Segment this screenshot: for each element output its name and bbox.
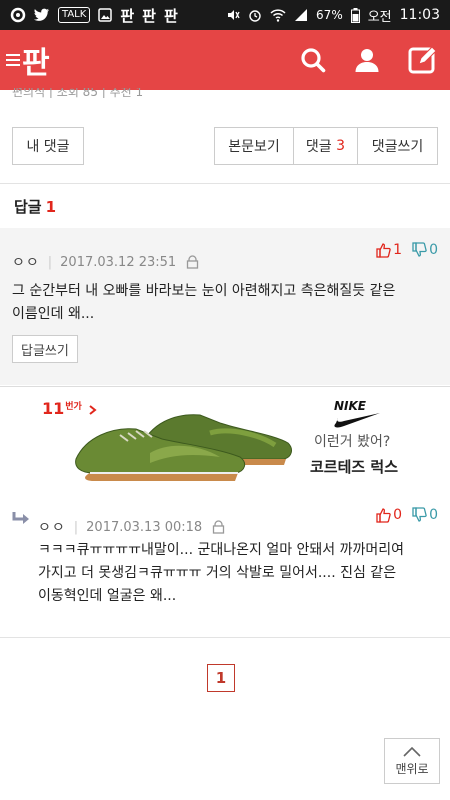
reply-line: 이동혁인데 얼굴은 왜... (38, 588, 177, 604)
comment-toolbar: 내 댓글 본문보기 댓글 3 댓글쓰기 (12, 127, 438, 165)
talk-icon: TALK (58, 7, 91, 23)
status-bar-right: 67% 오전 11:03 (226, 6, 440, 25)
meta-separator: | (73, 519, 79, 535)
clock: 11:03 (399, 7, 440, 23)
logo[interactable]: 판 (6, 38, 50, 82)
battery-icon (350, 7, 360, 23)
comment-votes: 1 0 (376, 242, 438, 262)
pan-icon: 판 (163, 6, 178, 25)
upvote-button[interactable]: 0 (376, 507, 402, 527)
chevron-up-icon (403, 746, 421, 760)
write-reply-button[interactable]: 답글쓰기 (12, 335, 78, 363)
nike-logo: NIKE (330, 399, 382, 433)
thumbs-down-icon (412, 242, 428, 262)
app-header: 판 (0, 30, 450, 90)
my-comments-button[interactable]: 내 댓글 (12, 127, 84, 165)
reply-meta: ㅇㅇ | 2017.03.13 00:18 (38, 517, 225, 537)
search-icon[interactable] (300, 47, 326, 73)
battery-percent: 67% (316, 8, 343, 22)
wifi-icon (270, 8, 286, 22)
camera-icon (10, 7, 26, 23)
upvote-count: 1 (393, 242, 403, 258)
downvote-count: 0 (429, 507, 438, 523)
signal-icon (294, 8, 308, 22)
reply-line: 가지고 더 못생김ㅋ큐ㅠㅠㅠ 거의 삭발로 밀어서.... 진심 같은 (38, 565, 397, 581)
reply-text: ㅋㅋㅋ큐ㅠㅠㅠㅠ내말이... 군대나온지 얼마 안돼서 까까머리여 가지고 더 … (38, 539, 438, 608)
ad-product-name: 코르테즈 럭스 (310, 458, 399, 476)
comment-item: ㅇㅇ | 2017.03.12 23:51 1 0 그 순간부터 내 오빠를 바… (0, 228, 450, 385)
write-comment-button[interactable]: 댓글쓰기 (357, 127, 438, 165)
logo-text: 판 (22, 46, 50, 81)
comment-author: ㅇㅇ (12, 255, 40, 271)
gallery-icon (98, 8, 113, 22)
reply-votes: 0 0 (376, 507, 438, 527)
report-icon[interactable] (212, 520, 225, 534)
view-post-button[interactable]: 본문보기 (214, 127, 294, 165)
replies-count: 1 (45, 198, 57, 216)
downvote-button[interactable]: 0 (412, 242, 438, 262)
shoe-image (70, 393, 300, 491)
alarm-icon (248, 8, 262, 22)
mute-icon (226, 8, 240, 22)
comments-label: 댓글 (305, 139, 332, 155)
replies-label: 답글 (14, 198, 42, 216)
meta-separator: | (47, 254, 53, 270)
replies-heading: 답글 1 (14, 196, 56, 217)
twitter-icon (34, 8, 50, 22)
status-bar-left: TALK 판 판 판 (10, 5, 178, 26)
time-period: 오전 (367, 9, 392, 25)
report-icon[interactable] (186, 255, 199, 269)
page-number-current[interactable]: 1 (207, 664, 235, 692)
user-icon[interactable] (354, 47, 380, 73)
status-bar: TALK 판 판 판 67% 오전 11:03 (0, 0, 450, 30)
divider (0, 183, 450, 184)
comment-date: 2017.03.12 23:51 (60, 254, 177, 270)
comments-count: 3 (336, 138, 346, 154)
upvote-button[interactable]: 1 (376, 242, 402, 262)
ad-badge-number: 11 (42, 399, 65, 418)
reply-line: ㅋㅋㅋ큐ㅠㅠㅠㅠ내말이... 군대나온지 얼마 안돼서 까까머리여 (38, 542, 405, 558)
brand-name: NIKE (334, 399, 367, 413)
pan-icon: 판 (142, 6, 156, 25)
compose-icon[interactable] (408, 45, 438, 75)
downvote-count: 0 (429, 242, 438, 258)
pan-icon: 판 (120, 6, 135, 25)
downvote-button[interactable]: 0 (412, 507, 438, 527)
thumbs-up-icon (376, 507, 392, 527)
divider (0, 637, 450, 638)
comment-meta: ㅇㅇ | 2017.03.12 23:51 (12, 252, 199, 272)
reply-date: 2017.03.13 00:18 (86, 519, 203, 535)
reply-item: ㅇㅇ | 2017.03.13 00:18 0 0 ㅋㅋㅋ큐ㅠㅠㅠㅠ내말이...… (0, 493, 450, 637)
header-actions (300, 45, 438, 75)
comments-button[interactable]: 댓글 3 (293, 127, 358, 165)
scroll-top-label: 맨위로 (395, 761, 429, 776)
menu-icon[interactable] (6, 51, 20, 69)
reply-author: ㅇㅇ (38, 520, 66, 536)
thumbs-down-icon (412, 507, 428, 527)
ad-tagline: 이런거 봤어? (314, 434, 391, 450)
comment-line: 이름인데 왜... (12, 306, 95, 322)
upvote-count: 0 (393, 507, 403, 523)
post-meta-peek: 편의식 | 조회 85 | 추천 1 (12, 88, 144, 98)
comment-text: 그 순간부터 내 오빠를 바라보는 눈이 아련해지고 측은해질듯 같은 이름인데… (12, 280, 438, 326)
comment-line: 그 순간부터 내 오빠를 바라보는 눈이 아련해지고 측은해질듯 같은 (12, 283, 396, 299)
ad-banner[interactable]: 11번가 NIKE 이런거 봤어? 코르테즈 럭스 (0, 386, 450, 494)
scroll-top-button[interactable]: 맨위로 (384, 738, 440, 784)
thumbs-up-icon (376, 242, 392, 262)
reply-arrow-icon (11, 511, 31, 531)
